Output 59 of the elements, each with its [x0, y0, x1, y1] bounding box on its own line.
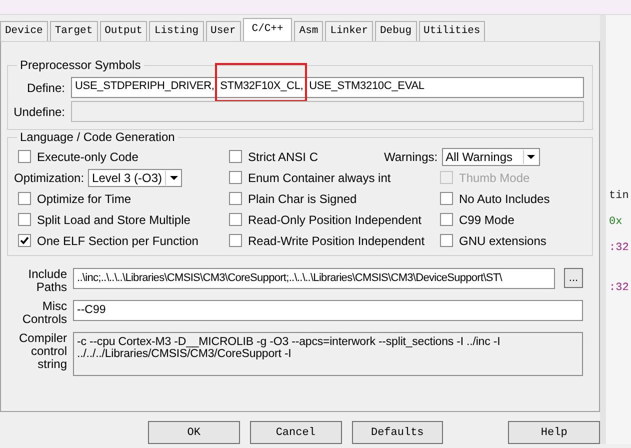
checkbox[interactable]	[229, 192, 242, 205]
dropdown[interactable]: All Warnings	[442, 148, 540, 166]
checkbox-label: Read-Only Position Independent	[248, 212, 422, 226]
checkbox[interactable]	[229, 234, 242, 247]
checkbox-label: Execute-only Code	[37, 150, 138, 164]
text-area: -c --cpu Cortex-M3 -D__MICROLIB -g -O3 --apcs=interwork --split_sections -I ../inc -I ../../../Libraries/CMSIS/CM3/CoreSupport -I	[73, 332, 583, 376]
checkbox-label: C99 Mode	[459, 212, 514, 226]
dialog-button[interactable]: Cancel	[250, 421, 342, 444]
checkbox[interactable]	[440, 192, 453, 205]
dialog-button[interactable]: Help	[508, 421, 600, 444]
checkbox[interactable]	[229, 171, 242, 184]
dialog-button[interactable]: OK	[148, 421, 240, 444]
tab[interactable]: User	[206, 21, 241, 41]
tab[interactable]: Listing	[149, 21, 204, 41]
input-field[interactable]: USE_STDPERIPH_DRIVER, STM32F10X_CL, USE_STM3210C_EVAL	[71, 77, 584, 98]
field-label: Include Paths	[27, 268, 67, 294]
group-title: Preprocessor Symbols	[17, 58, 144, 72]
tab[interactable]: Device	[0, 21, 48, 41]
dialog-button[interactable]: Defaults	[352, 421, 444, 444]
checkbox-label: Split Load and Store Multiple	[37, 212, 190, 226]
field-label: Misc Controls	[21, 300, 67, 326]
checkbox[interactable]	[229, 213, 242, 226]
tab[interactable]: Linker	[325, 21, 373, 41]
group-title: Language / Code Generation	[17, 130, 178, 144]
checkbox-label: Strict ANSI C	[248, 150, 318, 164]
field-label: Undefine:	[12, 104, 65, 118]
tab[interactable]: Target	[50, 21, 98, 41]
checkbox-label: One ELF Section per Function	[37, 234, 198, 248]
code-text: :32	[609, 242, 630, 254]
input-field[interactable]: ..\inc;..\..\..\Libraries\CMSIS\CM3\CoreSupport;..\..\..\Libraries\CMSIS\CM3\DeviceSupport\ST\	[73, 268, 555, 289]
code-text: :32	[609, 282, 630, 294]
checkbox[interactable]	[440, 234, 453, 247]
checkbox-label: GNU extensions	[459, 234, 546, 248]
checkbox-label: Plain Char is Signed	[248, 192, 357, 206]
checkbox[interactable]	[440, 213, 453, 226]
dropdown[interactable]: Level 3 (-O3)	[88, 168, 182, 186]
checkbox[interactable]	[18, 192, 31, 205]
browse-button[interactable]: ...	[564, 268, 583, 288]
checkbox-label: Enum Container always int	[248, 170, 391, 184]
field-label: Define:	[26, 80, 65, 94]
tab[interactable]: Asm	[294, 21, 324, 41]
dropdown-label: Warnings:	[384, 150, 438, 164]
input-field[interactable]: --C99	[73, 300, 583, 321]
tab[interactable]: Utilities	[418, 21, 486, 41]
checkbox-label: Thumb Mode	[459, 170, 530, 184]
checkbox-label: No Auto Includes	[459, 192, 550, 206]
tab[interactable]: Debug	[375, 21, 417, 41]
code-text: tin	[609, 190, 630, 202]
field-label: Compiler control string	[18, 332, 67, 371]
checkbox[interactable]	[18, 234, 31, 247]
checkbox[interactable]	[18, 213, 31, 226]
tab[interactable]: Output	[100, 21, 148, 41]
checkbox-label: Optimize for Time	[37, 192, 132, 206]
checkbox[interactable]	[229, 150, 242, 163]
checkbox[interactable]	[18, 150, 31, 163]
checkbox-label: Read-Write Position Independent	[248, 234, 425, 248]
dropdown-label: Optimization:	[14, 170, 84, 184]
tab[interactable]: C/C++	[242, 18, 292, 41]
code-text: 0x	[609, 216, 624, 228]
